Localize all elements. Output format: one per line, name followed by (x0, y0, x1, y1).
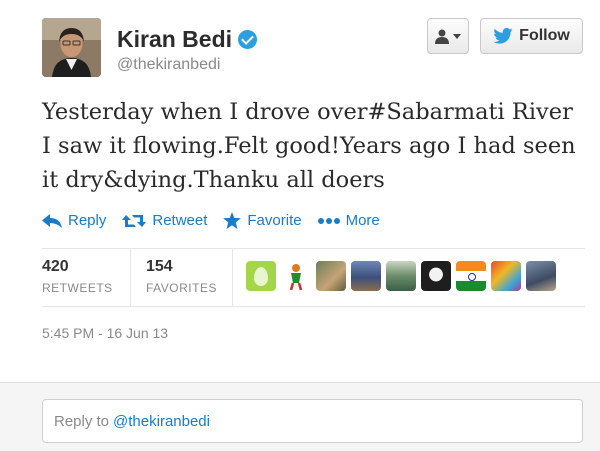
retweets-label: RETWEETS (42, 281, 113, 295)
user-name[interactable]: Kiran Bedi (117, 26, 258, 53)
favoriter-avatar[interactable] (351, 261, 381, 291)
stats-top-divider (42, 248, 585, 249)
favorite-action[interactable]: Favorite (223, 212, 302, 229)
more-action[interactable]: More (317, 212, 380, 229)
favorites-count: 154 (146, 258, 173, 275)
ellipsis-icon (317, 217, 340, 224)
reply-icon (42, 213, 62, 228)
verified-icon (238, 30, 258, 49)
chevron-down-icon (453, 33, 461, 39)
star-icon (223, 212, 242, 229)
avatar[interactable] (42, 18, 101, 77)
favorites-label: FAVORITES (146, 281, 217, 295)
retweet-icon (122, 214, 147, 227)
more-label[interactable]: More (346, 212, 380, 229)
tweet-timestamp[interactable]: 5:45 PM - 16 Jun 13 (42, 325, 168, 341)
retweet-label[interactable]: Retweet (152, 212, 207, 229)
favoriter-avatar[interactable] (281, 261, 311, 291)
favoriter-avatar[interactable] (456, 261, 486, 291)
avatar-image (42, 18, 101, 77)
reply-label[interactable]: Reply (68, 212, 106, 229)
favoriter-avatar[interactable] (491, 261, 521, 291)
user-actions-button[interactable] (427, 18, 469, 54)
favoriter-avatar[interactable] (421, 261, 451, 291)
tweet-actions: Reply Retweet Favorite More (42, 212, 396, 229)
retweets-stat[interactable]: 420 RETWEETS (42, 258, 113, 295)
reply-action[interactable]: Reply (42, 212, 106, 229)
reply-prefix: Reply to (54, 412, 110, 430)
favoriter-avatar[interactable] (526, 261, 556, 291)
retweet-action[interactable]: Retweet (122, 212, 207, 229)
person-icon (435, 29, 449, 44)
stats-separator (232, 248, 233, 306)
retweets-count: 420 (42, 258, 69, 275)
user-handle[interactable]: @thekiranbedi (117, 56, 220, 74)
follow-label[interactable]: Follow (519, 27, 570, 45)
follow-button[interactable]: Follow (480, 18, 583, 54)
user-name-text[interactable]: Kiran Bedi (117, 26, 232, 53)
favorites-stat[interactable]: 154 FAVORITES (146, 258, 217, 295)
tweet-text: Yesterday when I drove over#Sabarmati Ri… (42, 99, 576, 193)
favoriter-avatar[interactable] (316, 261, 346, 291)
reply-mention: @thekiranbedi (113, 412, 210, 430)
twitter-bird-icon (493, 28, 513, 44)
favoriter-avatar[interactable] (386, 261, 416, 291)
favorite-label[interactable]: Favorite (247, 212, 301, 229)
stats-bottom-divider (42, 306, 585, 307)
favoriter-avatar[interactable] (246, 261, 276, 291)
egg-icon (254, 266, 268, 286)
chakra-icon (468, 273, 476, 281)
reply-input[interactable]: Reply to @thekiranbedi (42, 399, 583, 443)
favoriter-avatars (246, 261, 556, 291)
figure-icon (289, 264, 303, 291)
stats-separator (130, 248, 131, 306)
